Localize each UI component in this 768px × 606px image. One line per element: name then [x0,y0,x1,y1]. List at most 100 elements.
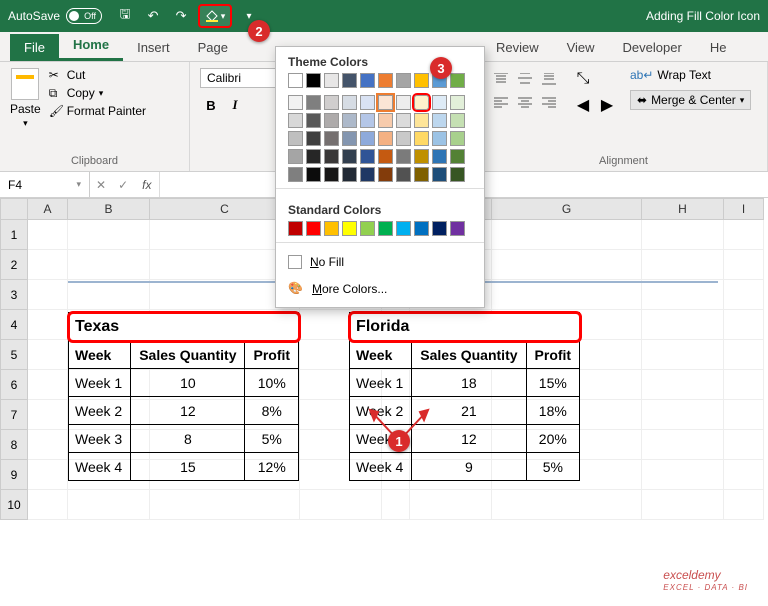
more-colors-button[interactable]: 🎨 More Colors... [276,275,484,303]
align-middle-button[interactable] [514,68,536,90]
theme-swatch[interactable] [288,73,303,88]
data-cell[interactable]: 12 [131,397,245,425]
data-cell[interactable]: Week 1 [69,369,131,397]
theme-swatch[interactable] [360,73,375,88]
theme-shade-swatch[interactable] [414,95,429,110]
tab-page[interactable]: Page [184,34,242,61]
data-cell[interactable]: 18 [412,369,526,397]
theme-swatch[interactable] [342,73,357,88]
enter-formula-icon[interactable]: ✓ [112,178,134,192]
data-cell[interactable]: Week 1 [350,369,412,397]
theme-shade-swatch[interactable] [432,167,447,182]
cell[interactable] [28,370,68,400]
row-header[interactable]: 1 [0,220,28,250]
bold-button[interactable]: B [200,94,222,116]
theme-shade-swatch[interactable] [342,95,357,110]
theme-shade-swatch[interactable] [288,95,303,110]
cell[interactable] [724,280,764,310]
theme-shade-swatch[interactable] [306,95,321,110]
cell[interactable] [642,400,724,430]
row-header[interactable]: 2 [0,250,28,280]
theme-shade-swatch[interactable] [342,167,357,182]
row-header[interactable]: 8 [0,430,28,460]
align-bottom-button[interactable] [538,68,560,90]
cell[interactable] [642,220,724,250]
theme-shade-swatch[interactable] [288,113,303,128]
cell[interactable] [724,430,764,460]
format-painter-button[interactable]: 🖌Format Painter [49,104,146,118]
cell[interactable] [492,490,642,520]
theme-shade-swatch[interactable] [432,149,447,164]
cell[interactable] [724,400,764,430]
cell[interactable] [68,220,150,250]
increase-indent-button[interactable]: ▶ [596,94,618,116]
theme-shade-swatch[interactable] [378,131,393,146]
italic-button[interactable]: I [224,94,246,116]
theme-shade-swatch[interactable] [450,149,465,164]
undo-icon[interactable]: ↶ [142,5,164,27]
redo-icon[interactable]: ↷ [170,5,192,27]
cell[interactable] [724,220,764,250]
col-header-cell[interactable]: Week [350,341,412,369]
data-cell[interactable]: 12% [245,453,299,481]
cell[interactable] [642,310,724,340]
tab-help[interactable]: He [696,34,741,61]
data-cell[interactable]: 18% [526,397,580,425]
theme-shade-swatch[interactable] [450,131,465,146]
cell[interactable] [28,460,68,490]
merge-center-button[interactable]: ⬌Merge & Center▾ [630,90,751,110]
autosave-toggle[interactable]: AutoSave Off [8,8,102,24]
theme-shade-swatch[interactable] [324,113,339,128]
cell[interactable] [28,490,68,520]
theme-shade-swatch[interactable] [360,113,375,128]
theme-shade-swatch[interactable] [324,131,339,146]
data-cell[interactable]: Week 2 [69,397,131,425]
no-fill-button[interactable]: No Fill [276,249,484,275]
theme-shade-swatch[interactable] [414,131,429,146]
col-header-cell[interactable]: Profit [526,341,580,369]
region-header[interactable]: Texas [69,313,299,341]
select-all-corner[interactable] [0,198,28,220]
cell[interactable] [410,490,492,520]
cell[interactable] [724,460,764,490]
theme-shade-swatch[interactable] [288,131,303,146]
theme-shade-swatch[interactable] [324,167,339,182]
theme-shade-swatch[interactable] [342,131,357,146]
cell[interactable] [28,430,68,460]
data-cell[interactable]: 15 [131,453,245,481]
col-header[interactable]: I [724,198,764,220]
cell[interactable] [28,220,68,250]
row-header[interactable]: 6 [0,370,28,400]
fx-button[interactable]: fx [134,178,159,192]
col-header-cell[interactable]: Profit [245,341,299,369]
cut-button[interactable]: ✂Cut [49,68,146,82]
cell[interactable] [724,250,764,280]
cell[interactable] [642,280,724,310]
col-header[interactable]: A [28,198,68,220]
theme-shade-swatch[interactable] [396,113,411,128]
theme-shade-swatch[interactable] [378,95,393,110]
theme-shade-swatch[interactable] [378,113,393,128]
theme-shade-swatch[interactable] [414,149,429,164]
cell[interactable] [68,490,150,520]
theme-shade-swatch[interactable] [342,149,357,164]
theme-shade-swatch[interactable] [414,113,429,128]
standard-swatch[interactable] [342,221,357,236]
theme-shade-swatch[interactable] [288,167,303,182]
standard-swatch[interactable] [288,221,303,236]
standard-swatch[interactable] [432,221,447,236]
theme-shade-swatch[interactable] [396,149,411,164]
tab-file[interactable]: File [10,34,59,61]
cell[interactable] [28,250,68,280]
theme-shade-swatch[interactable] [396,131,411,146]
cell[interactable] [68,280,150,310]
cell[interactable] [28,280,68,310]
theme-shade-swatch[interactable] [342,113,357,128]
cell[interactable] [28,340,68,370]
align-right-button[interactable] [538,92,560,114]
col-header[interactable]: H [642,198,724,220]
data-cell[interactable]: Week 4 [69,453,131,481]
theme-swatch[interactable] [396,73,411,88]
row-header[interactable]: 4 [0,310,28,340]
data-cell[interactable]: Week 3 [69,425,131,453]
